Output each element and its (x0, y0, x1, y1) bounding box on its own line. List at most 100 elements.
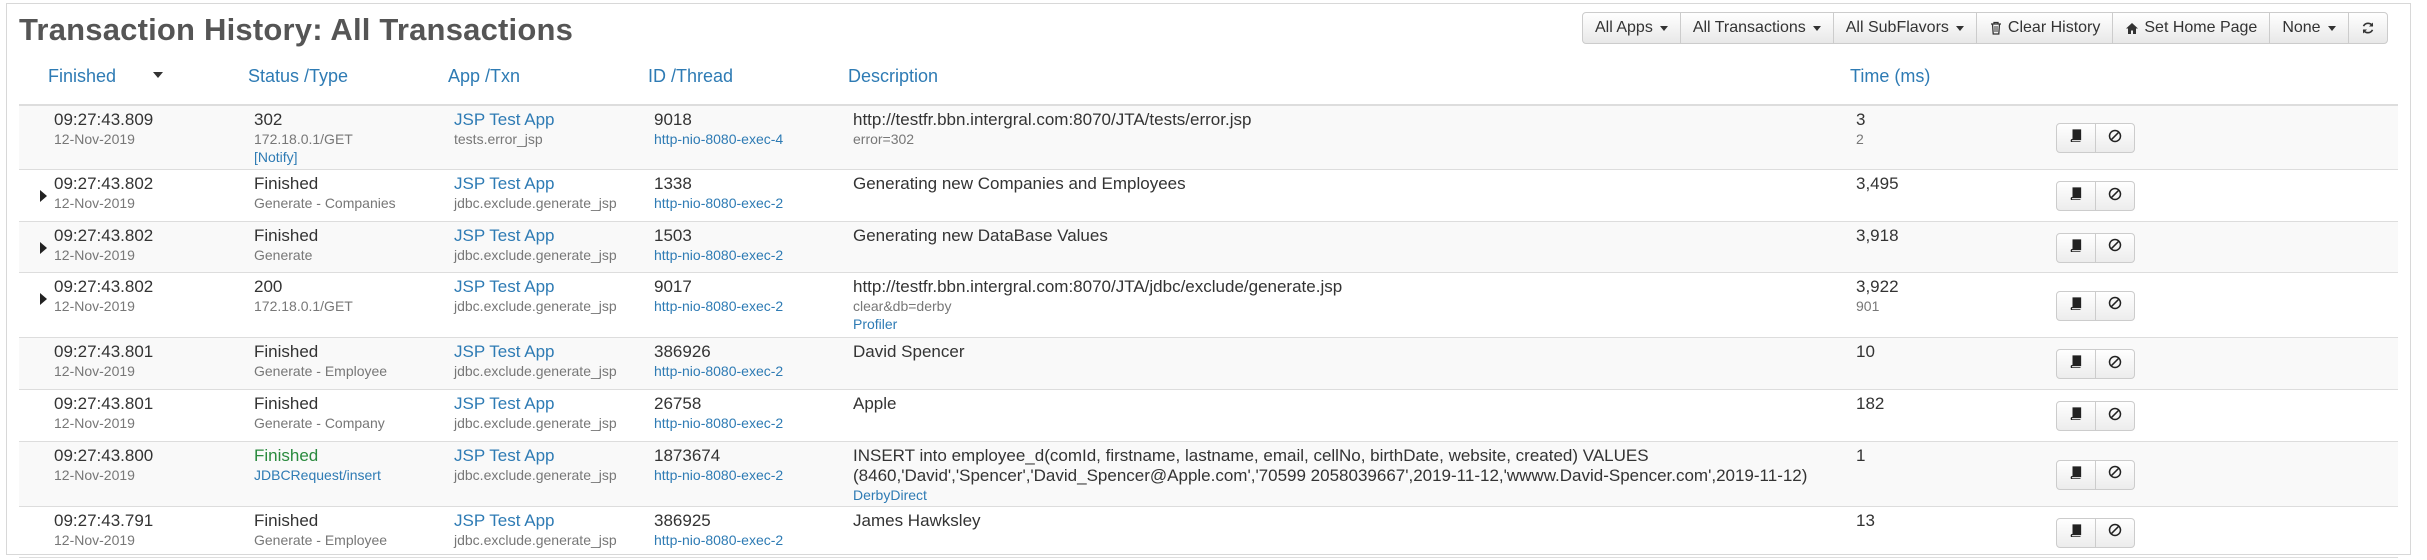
none-dropdown[interactable]: None (2269, 12, 2349, 44)
ignore-button[interactable] (2095, 123, 2135, 153)
row-actions (2056, 349, 2135, 379)
table-row[interactable]: 09:27:43.802 12-Nov-2019 200 172.18.0.1/GET… (19, 273, 2398, 338)
transaction-id: 1338 (654, 174, 692, 193)
details-button[interactable] (2056, 401, 2096, 431)
row-actions (2056, 181, 2135, 211)
txn-name: jdbc.exclude.generate_jsp (454, 415, 617, 431)
finished-time: 09:27:43.800 (54, 446, 154, 465)
details-button[interactable] (2056, 181, 2096, 211)
transaction-id: 386926 (654, 342, 711, 361)
book-icon (2070, 187, 2083, 205)
app-link[interactable]: JSP Test App (454, 110, 555, 130)
table-row[interactable]: 09:27:43.801 12-Nov-2019 Finished Generate … (19, 390, 2398, 442)
thread-link[interactable]: http-nio-8080-exec-2 (654, 194, 783, 212)
all-subflavors-dropdown[interactable]: All SubFlavors (1832, 12, 1977, 44)
transaction-id: 26758 (654, 394, 702, 413)
none-label: None (2282, 19, 2321, 36)
clear-history-button[interactable]: Clear History (1975, 12, 2114, 44)
details-button[interactable] (2056, 290, 2096, 321)
app-link[interactable]: JSP Test App (454, 511, 617, 531)
app-link[interactable]: JSP Test App (454, 226, 617, 246)
description-text: David Spencer (853, 342, 965, 361)
column-header-finished[interactable]: Finished (48, 66, 116, 87)
ignore-button[interactable] (2095, 181, 2135, 211)
row-actions (2056, 517, 2135, 548)
app-link[interactable]: JSP Test App (454, 174, 617, 194)
thread-link[interactable]: http-nio-8080-exec-2 (654, 414, 783, 432)
finished-time: 09:27:43.802 (54, 226, 154, 245)
app-link[interactable]: JSP Test App (454, 446, 617, 466)
time-ms-value: 10 (1856, 342, 1875, 361)
description-link[interactable]: Profiler (853, 315, 1342, 333)
ban-icon (2108, 296, 2122, 315)
ignore-button[interactable] (2095, 401, 2135, 431)
all-subflavors-label: All SubFlavors (1845, 19, 1949, 36)
app-link[interactable]: JSP Test App (454, 277, 617, 297)
table-row[interactable]: 09:27:43.791 12-Nov-2019 Finished Generate … (19, 507, 2398, 558)
txn-name: jdbc.exclude.generate_jsp (454, 532, 617, 548)
all-transactions-dropdown[interactable]: All Transactions (1679, 12, 1834, 44)
type-value: 172.18.0.1/GET (254, 298, 353, 314)
app-link[interactable]: JSP Test App (454, 394, 617, 414)
book-icon (2070, 465, 2083, 484)
thread-link[interactable]: http-nio-8080-exec-2 (654, 246, 783, 264)
all-apps-dropdown[interactable]: All Apps (1582, 12, 1681, 44)
thread-link[interactable]: http-nio-8080-exec-2 (654, 531, 783, 549)
ignore-button[interactable] (2095, 232, 2135, 263)
description-text-continued: (8460,'David','Spencer','David_Spencer@A… (853, 466, 1808, 485)
column-header-status-type[interactable]: Status /Type (248, 66, 348, 87)
description-link[interactable]: DerbyDirect (853, 486, 1807, 504)
description-text: Apple (853, 394, 897, 413)
clear-history-label: Clear History (2007, 19, 2101, 36)
type-value[interactable]: JDBCRequest/insert (254, 466, 381, 484)
book-icon (2070, 296, 2083, 315)
table-row[interactable]: 09:27:43.802 12-Nov-2019 Finished Generate J… (19, 222, 2398, 273)
ignore-button[interactable] (2095, 517, 2135, 548)
time-ms-value: 3,495 (1856, 174, 1899, 193)
refresh-button[interactable] (2347, 12, 2388, 44)
details-button[interactable] (2056, 349, 2096, 379)
sort-desc-icon[interactable] (153, 72, 163, 78)
toolbar: All Apps All Transactions All SubFlavors… (1582, 12, 2388, 44)
column-header-id-thread[interactable]: ID /Thread (648, 66, 733, 87)
finished-time: 09:27:43.802 (54, 174, 154, 193)
thread-link[interactable]: http-nio-8080-exec-2 (654, 297, 783, 315)
app-link[interactable]: JSP Test App (454, 342, 617, 362)
ban-icon (2108, 129, 2122, 148)
set-home-page-label: Set Home Page (2144, 19, 2258, 36)
status-value: 200 (254, 277, 283, 296)
status-value: Finished (254, 511, 319, 530)
row-actions (2056, 232, 2135, 263)
column-header-time-ms[interactable]: Time (ms) (1850, 66, 1930, 87)
table-row[interactable]: 09:27:43.800 12-Nov-2019 Finished JDBCReque… (19, 442, 2398, 507)
ignore-button[interactable] (2095, 459, 2135, 490)
txn-name: jdbc.exclude.generate_jsp (454, 467, 617, 483)
ignore-button[interactable] (2095, 349, 2135, 379)
details-button[interactable] (2056, 123, 2096, 153)
table-row[interactable]: 09:27:43.809 12-Nov-2019 302 172.18.0.1/GET… (19, 106, 2398, 170)
expand-row-icon[interactable] (40, 242, 47, 254)
table-row[interactable]: 09:27:43.801 12-Nov-2019 Finished Generate … (19, 338, 2398, 390)
details-button[interactable] (2056, 232, 2096, 263)
details-button[interactable] (2056, 459, 2096, 490)
thread-link[interactable]: http-nio-8080-exec-2 (654, 466, 783, 484)
table-row[interactable]: 09:27:43.802 12-Nov-2019 Finished Generate … (19, 170, 2398, 222)
finished-date: 12-Nov-2019 (54, 467, 135, 483)
time-ms-value: 3,918 (1856, 226, 1899, 245)
ban-icon (2108, 355, 2122, 374)
time-ms-sub-value: 901 (1856, 298, 1880, 314)
ignore-button[interactable] (2095, 290, 2135, 321)
ban-icon (2108, 238, 2122, 257)
expand-row-icon[interactable] (40, 293, 47, 305)
notify-link[interactable]: [Notify] (254, 148, 353, 166)
thread-link[interactable]: http-nio-8080-exec-4 (654, 130, 783, 148)
expand-row-icon[interactable] (40, 190, 47, 202)
details-button[interactable] (2056, 517, 2096, 548)
description-text: http://testfr.bbn.intergral.com:8070/JTA… (853, 110, 1252, 129)
thread-link[interactable]: http-nio-8080-exec-2 (654, 362, 783, 380)
set-home-page-button[interactable]: Set Home Page (2112, 12, 2271, 44)
column-header-app-txn[interactable]: App /Txn (448, 66, 520, 87)
caret-down-icon (1659, 25, 1668, 31)
transaction-history-panel: Transaction History: All Transactions Al… (6, 3, 2411, 558)
column-header-description[interactable]: Description (848, 66, 938, 87)
